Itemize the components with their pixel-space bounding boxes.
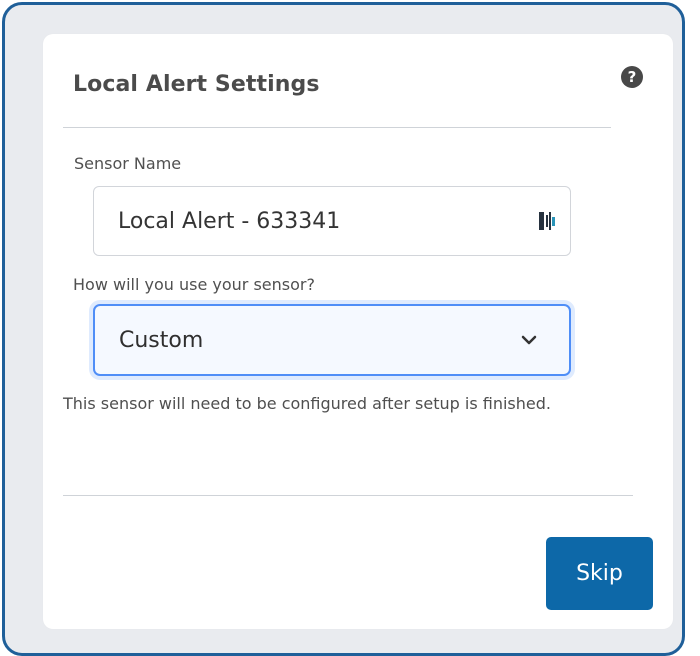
- footer-divider: [63, 495, 633, 496]
- input-tool-icon[interactable]: [538, 209, 556, 233]
- help-icon[interactable]: ?: [621, 66, 643, 88]
- sensor-usage-selected-value: Custom: [119, 328, 204, 353]
- dialog-title: Local Alert Settings: [73, 72, 320, 97]
- sensor-usage-select[interactable]: Custom: [93, 304, 571, 376]
- configuration-message: This sensor will need to be configured a…: [63, 394, 551, 413]
- skip-button[interactable]: Skip: [546, 537, 653, 610]
- sensor-name-label: Sensor Name: [74, 154, 182, 173]
- sensor-name-input[interactable]: [94, 187, 524, 255]
- dialog-frame: Local Alert Settings ? Sensor Name How w…: [2, 2, 685, 656]
- settings-card: Local Alert Settings ? Sensor Name How w…: [43, 34, 673, 629]
- chevron-down-icon: [521, 335, 537, 345]
- title-divider: [63, 127, 611, 128]
- sensor-name-field[interactable]: [93, 186, 571, 256]
- sensor-usage-label: How will you use your sensor?: [73, 275, 315, 294]
